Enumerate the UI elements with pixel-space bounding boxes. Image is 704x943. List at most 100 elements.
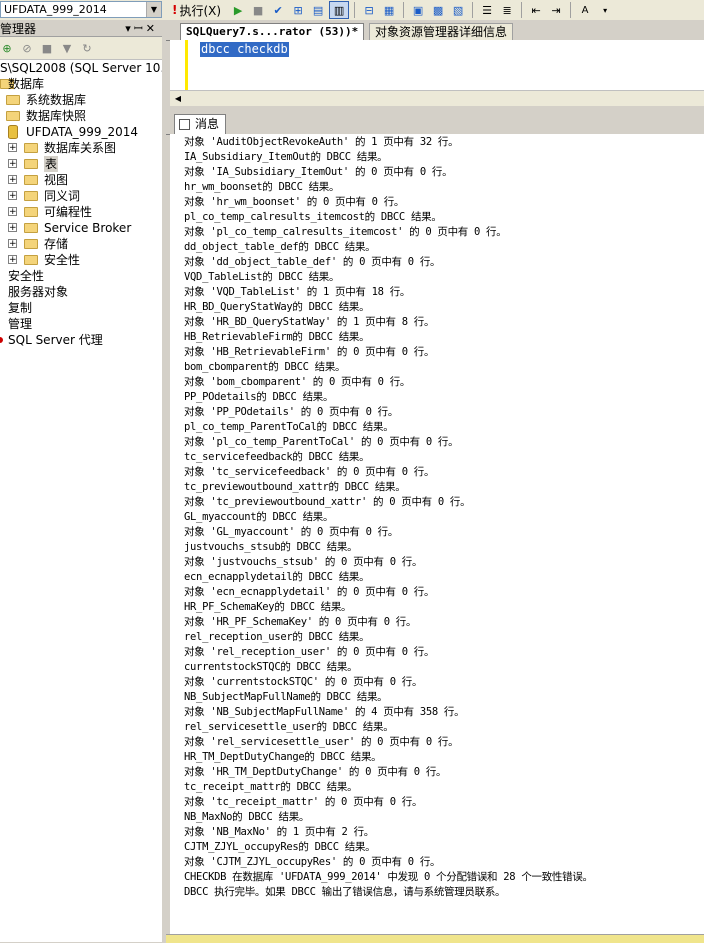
tree-node-label: Service Broker <box>44 221 132 235</box>
expand-icon[interactable]: + <box>8 191 17 201</box>
dropdown-icon[interactable]: ▾ <box>125 22 134 35</box>
available-databases-dropdown[interactable]: UFDATA_999_2014 ▼ <box>0 1 162 18</box>
tree-node[interactable]: + 数据库关系图 <box>0 140 162 156</box>
message-line: 对象 'CJTM_ZJYL_occupyRes' 的 0 页中有 0 行。 <box>184 856 441 868</box>
tree-node[interactable]: + 视图 <box>0 172 162 188</box>
message-line: 对象 'tc_receipt_mattr' 的 0 页中有 0 行。 <box>184 796 423 808</box>
tree-node-label: 数据库关系图 <box>44 141 117 155</box>
messages-pane[interactable]: 对象 'AuditObjectRevokeAuth' 的 1 页中有 32 行。… <box>170 134 704 934</box>
tree-node-label: 存储 <box>44 237 69 251</box>
tab-messages[interactable]: 消息 <box>174 114 227 134</box>
splitter[interactable] <box>162 20 166 942</box>
server-node[interactable]: S\SQL2008 (SQL Server 10.50 <box>0 60 162 76</box>
tab-details-label: 对象资源管理器详细信息 <box>375 25 508 39</box>
toolbar-separator <box>570 2 572 18</box>
pin-icon[interactable]: ꟷ <box>134 22 146 35</box>
tab-object-explorer-details[interactable]: 对象资源管理器详细信息 <box>369 23 514 40</box>
message-line: HR_TM_DeptDutyChange的 DBCC 结果。 <box>184 751 382 763</box>
message-line: 对象 'GL_myaccount' 的 0 页中有 0 行。 <box>184 526 399 538</box>
expand-icon[interactable]: + <box>8 175 17 185</box>
close-icon[interactable]: ✕ <box>146 22 158 35</box>
editor-horizontal-scrollbar[interactable]: ◀ <box>170 90 704 107</box>
client-stats-icon[interactable]: ▣ <box>409 2 427 18</box>
scroll-left-icon[interactable]: ◀ <box>172 93 184 105</box>
expand-icon[interactable]: + <box>8 239 17 249</box>
message-line: justvouchs_stsub的 DBCC 结果。 <box>184 541 358 553</box>
results-to-file-icon[interactable]: ▦ <box>380 2 398 18</box>
message-line: currentstockSTQC的 DBCC 结果。 <box>184 661 358 673</box>
expand-icon[interactable]: + <box>8 159 17 169</box>
expand-icon[interactable]: + <box>8 223 17 233</box>
refresh-icon[interactable]: ↻ <box>80 41 94 55</box>
specify-values-icon[interactable]: A <box>576 2 594 18</box>
messages-icon <box>179 119 190 130</box>
message-line: GL_myaccount的 DBCC 结果。 <box>184 511 334 523</box>
message-line: tc_servicefeedback的 DBCC 结果。 <box>184 451 370 463</box>
tab-sql-query-label: SQLQuery7.s...rator (53))* <box>186 25 359 38</box>
execute-icon: ! <box>172 3 178 17</box>
tree-node[interactable]: 复制 <box>0 300 162 316</box>
object-explorer-toolbar: ⊕ ⊘ ■ ▼ ↻ <box>0 37 162 60</box>
indent-icon[interactable]: ⇤ <box>527 2 545 18</box>
message-line: NB_MaxNo的 DBCC 结果。 <box>184 811 310 823</box>
tree-node[interactable]: 管理 <box>0 316 162 332</box>
tree-node[interactable]: + 存储 <box>0 236 162 252</box>
object-explorer-panel: 管理器 ▾ꟷ✕ ⊕ ⊘ ■ ▼ ↻ S\SQL2008 (SQL Server … <box>0 20 163 942</box>
message-line: 对象 'HB_RetrievableFirm' 的 0 页中有 0 行。 <box>184 346 435 358</box>
message-line: ecn_ecnapplydetail的 DBCC 结果。 <box>184 571 370 583</box>
expand-icon[interactable]: + <box>8 207 17 217</box>
connect-icon[interactable]: ⊕ <box>0 41 14 55</box>
message-line: 对象 'rel_reception_user' 的 0 页中有 0 行。 <box>184 646 435 658</box>
tree-node[interactable]: UFDATA_999_2014 <box>0 124 162 140</box>
message-line: 对象 'HR_TM_DeptDutyChange' 的 0 页中有 0 行。 <box>184 766 447 778</box>
tree-node[interactable]: + Service Broker <box>0 220 162 236</box>
message-line: 对象 'dd_object_table_def' 的 0 页中有 0 行。 <box>184 256 441 268</box>
chevron-down-icon[interactable]: ▼ <box>146 2 161 17</box>
parse-icon[interactable]: ✔ <box>269 2 287 18</box>
query-text[interactable]: dbcc checkdb <box>200 42 289 57</box>
execute-button[interactable]: ! 执行(X) <box>172 2 221 19</box>
results-to-grid-icon[interactable]: ⊟ <box>360 2 378 18</box>
tree-node[interactable]: 服务器对象 <box>0 284 162 300</box>
comment-icon[interactable]: ☰ <box>478 2 496 18</box>
server-node-label: S\SQL2008 (SQL Server 10.50 <box>0 61 163 75</box>
query-designer-icon[interactable]: ▤ <box>309 2 327 18</box>
disconnect-icon[interactable]: ⊘ <box>20 41 34 55</box>
debug-icon[interactable]: ▶ <box>229 2 247 18</box>
tree-node[interactable]: + 安全性 <box>0 252 162 268</box>
tree-node[interactable]: -数据库 <box>0 76 162 92</box>
message-line: HR_PF_SchemaKey的 DBCC 结果。 <box>184 601 352 613</box>
message-line: 对象 'justvouchs_stsub' 的 0 页中有 0 行。 <box>184 556 423 568</box>
message-line: CHECKDB 在数据库 'UFDATA_999_2014' 中发现 0 个分配… <box>184 871 593 883</box>
tree-node[interactable]: 系统数据库 <box>0 92 162 108</box>
query-editor[interactable]: dbcc checkdb <box>170 40 704 90</box>
toolbar-overflow-icon[interactable]: ▾ <box>596 2 614 18</box>
message-line: hr_wm_boonset的 DBCC 结果。 <box>184 181 340 193</box>
display-plan-icon[interactable]: ⊞ <box>289 2 307 18</box>
message-line: 对象 'tc_previewoutbound_xattr' 的 0 页中有 0 … <box>184 496 471 508</box>
tree-node[interactable]: + 表 <box>0 156 162 172</box>
expand-icon[interactable]: + <box>8 255 17 265</box>
filter-icon[interactable]: ▼ <box>60 41 74 55</box>
message-line: 对象 'IA_Subsidiary_ItemOut' 的 0 页中有 0 行。 <box>184 166 453 178</box>
toolbar-separator <box>354 2 356 18</box>
outdent-icon[interactable]: ⇥ <box>547 2 565 18</box>
document-tabs: SQLQuery7.s...rator (53))* 对象资源管理器详细信息 <box>166 20 704 41</box>
tree-node[interactable]: + 同义词 <box>0 188 162 204</box>
stop-icon[interactable]: ■ <box>40 41 54 55</box>
grid-icon[interactable]: ▩ <box>429 2 447 18</box>
tab-sql-query[interactable]: SQLQuery7.s...rator (53))* <box>180 23 365 40</box>
stop-icon[interactable]: ■ <box>249 2 267 18</box>
tree-node[interactable]: SQL Server 代理 <box>0 332 162 348</box>
expand-icon[interactable]: + <box>8 143 17 153</box>
tree-node-label: 可编程性 <box>44 205 93 219</box>
results-to-text-icon[interactable]: ▥ <box>329 1 350 19</box>
tree-node-label: 管理 <box>8 317 33 331</box>
tree-node-label: 复制 <box>8 301 33 315</box>
tree-node[interactable]: + 可编程性 <box>0 204 162 220</box>
tree-node[interactable]: 安全性 <box>0 268 162 284</box>
uncomment-icon[interactable]: ≣ <box>498 2 516 18</box>
save-results-icon[interactable]: ▧ <box>449 2 467 18</box>
message-line: 对象 'VQD_TableList' 的 1 页中有 18 行。 <box>184 286 411 298</box>
tree-node[interactable]: 数据库快照 <box>0 108 162 124</box>
